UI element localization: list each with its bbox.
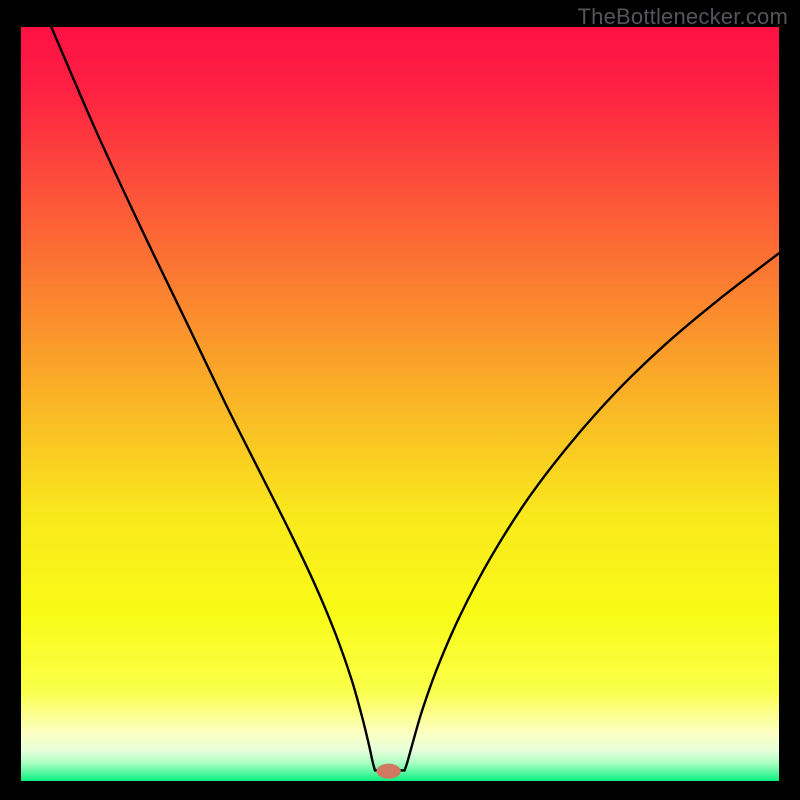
- bottleneck-chart: [21, 27, 779, 781]
- optimal-point-marker: [377, 764, 401, 779]
- chart-background: [21, 27, 779, 781]
- watermark-text: TheBottlenecker.com: [578, 4, 788, 30]
- chart-frame: { "watermark": "TheBottlenecker.com", "c…: [0, 0, 800, 800]
